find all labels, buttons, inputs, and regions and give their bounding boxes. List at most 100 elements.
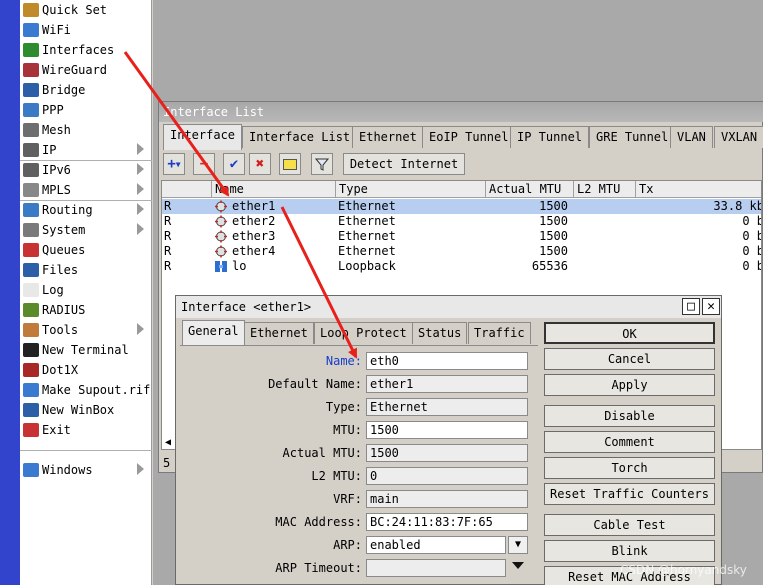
comment-button[interactable]: Comment [544, 431, 715, 453]
cell-tx: 33.8 kb [713, 199, 762, 213]
menu-item-log[interactable]: Log [20, 280, 152, 300]
menu-item-ipv6[interactable]: IPv6 [20, 160, 152, 180]
enable-button[interactable]: ✔ [223, 153, 245, 175]
menu-item-label: Tools [42, 323, 79, 337]
menu-item-ppp[interactable]: PPP [20, 100, 152, 120]
dialog-tab-general[interactable]: General [182, 320, 245, 346]
chevron-down-icon: ▼ [514, 539, 522, 550]
apply-button[interactable]: Apply [544, 374, 715, 396]
close-button[interactable]: ✕ [702, 298, 720, 315]
arp-timeout-field [366, 559, 506, 577]
dialog-tab-loop-protect[interactable]: Loop Protect [314, 322, 413, 344]
dialog-tab-status[interactable]: Status [412, 322, 468, 344]
menu-item-bridge[interactable]: Bridge [20, 80, 152, 100]
cell-flag: R [164, 259, 172, 273]
add-button[interactable]: + ▼ [163, 153, 185, 175]
ok-button[interactable]: OK [544, 322, 715, 344]
cell-flag: R [164, 229, 172, 243]
column-header[interactable]: Actual MTU [486, 181, 574, 198]
menu-item-tools[interactable]: Tools [20, 320, 152, 340]
mtu-field[interactable]: 1500 [366, 421, 528, 439]
mac-address-field[interactable]: BC:24:11:83:7F:65 [366, 513, 528, 531]
dialog-tab-traffic[interactable]: Traffic [468, 322, 531, 344]
type-label: Type: [325, 400, 362, 414]
menu-item-label: System [42, 223, 86, 237]
cell-name: ether2 [232, 214, 276, 228]
cell-tx: 0 b [742, 214, 762, 228]
cell-name: ether4 [232, 244, 276, 258]
menu-item-wifi[interactable]: WiFi [20, 20, 152, 40]
column-header[interactable]: Type [336, 181, 486, 198]
cable-test-button[interactable]: Cable Test [544, 514, 715, 536]
table-row[interactable]: Rether3 Ethernet 1500 0 b [162, 229, 761, 244]
menu-item-routing[interactable]: Routing [20, 200, 152, 220]
reset-traffic-counters-button[interactable]: Reset Traffic Counters [544, 483, 715, 505]
filter-button[interactable] [311, 153, 333, 175]
cell-tx: 0 b [742, 259, 762, 273]
menu-item-dot1x[interactable]: Dot1X [20, 360, 152, 380]
disable-button[interactable]: ✖ [249, 153, 271, 175]
tab-interface[interactable]: Interface [163, 124, 243, 150]
scroll-left-icon[interactable]: ◀ [165, 437, 171, 448]
type-field: Ethernet [366, 398, 528, 416]
arp-timeout-expand-icon[interactable] [512, 562, 524, 569]
menu-item-interfaces[interactable]: Interfaces [20, 40, 152, 60]
tab-gre-tunnel[interactable]: GRE Tunnel [589, 126, 676, 148]
cell-name: ether1 [232, 199, 276, 213]
torch-button[interactable]: Torch [544, 457, 715, 479]
menu-item-make-supout-rif[interactable]: Make Supout.rif [20, 380, 152, 400]
menu-item-label: New Terminal [42, 343, 129, 357]
menu-item-label: IPv6 [42, 163, 71, 177]
tab-ethernet[interactable]: Ethernet [352, 126, 424, 148]
menu-separator [20, 450, 152, 451]
interface-dialog-title[interactable]: Interface <ether1> [176, 296, 721, 318]
interface-list-title[interactable]: Interface List [159, 102, 763, 122]
menu-item-system[interactable]: System [20, 220, 152, 240]
tab-vlan[interactable]: VLAN [670, 126, 713, 148]
menu-item-exit[interactable]: Exit [20, 420, 152, 440]
menu-item-new-winbox[interactable]: New WinBox [20, 400, 152, 420]
column-header[interactable]: Tx [636, 181, 761, 198]
cell-l2mtu [576, 214, 634, 229]
menu-item-ip[interactable]: IP [20, 140, 152, 160]
actual-mtu-label: Actual MTU: [282, 446, 362, 460]
menu-item-radius[interactable]: RADIUS [20, 300, 152, 320]
column-header[interactable] [162, 181, 212, 198]
menu-item-mesh[interactable]: Mesh [20, 120, 152, 140]
menu-item-wireguard[interactable]: WireGuard [20, 60, 152, 80]
maximize-button[interactable]: □ [682, 298, 700, 315]
menu-item-quick-set[interactable]: Quick Set [20, 0, 152, 20]
cancel-button[interactable]: Cancel [544, 348, 715, 370]
tab-vxlan[interactable]: VXLAN [714, 126, 763, 148]
detect-internet-button[interactable]: Detect Internet [343, 153, 465, 175]
cell-flag: R [164, 199, 172, 213]
blink-button[interactable]: Blink [544, 540, 715, 562]
table-row[interactable]: Rether2 Ethernet 1500 0 b [162, 214, 762, 229]
tab-interface-list[interactable]: Interface List [242, 126, 358, 148]
tab-ip-tunnel[interactable]: IP Tunnel [510, 126, 590, 148]
menu-item-label: Routing [42, 203, 93, 217]
dialog-tab-ethernet[interactable]: Ethernet [244, 322, 314, 344]
menu-item-mpls[interactable]: MPLS [20, 180, 152, 200]
menu-item-windows[interactable]: Windows [20, 460, 152, 480]
menu-item-queues[interactable]: Queues [20, 240, 152, 260]
cell-mtu: 1500 [539, 199, 568, 213]
column-header[interactable]: L2 MTU [574, 181, 636, 198]
table-row[interactable]: Rlo Loopback 65536 0 b [162, 259, 762, 274]
disable-button[interactable]: Disable [544, 405, 715, 427]
name-field[interactable]: eth0 [366, 352, 528, 370]
arp-field[interactable]: enabled [366, 536, 506, 554]
exit-icon [23, 423, 39, 437]
arp-label: ARP: [333, 538, 362, 552]
tab-eoip-tunnel[interactable]: EoIP Tunnel [422, 126, 516, 148]
table-row[interactable]: Rether4 Ethernet 1500 0 b [162, 244, 761, 259]
arp-dropdown-button[interactable]: ▼ [508, 536, 528, 554]
menu-item-label: Make Supout.rif [42, 383, 151, 397]
chevron-right-icon [137, 323, 144, 335]
table-row[interactable]: Rether1 Ethernet 1500 33.8 kb [162, 199, 762, 214]
remove-button[interactable]: − [193, 153, 215, 175]
comment-button[interactable] [279, 153, 301, 175]
menu-item-new-terminal[interactable]: New Terminal [20, 340, 152, 360]
column-header[interactable]: Name [212, 181, 336, 198]
menu-item-files[interactable]: Files [20, 260, 152, 280]
